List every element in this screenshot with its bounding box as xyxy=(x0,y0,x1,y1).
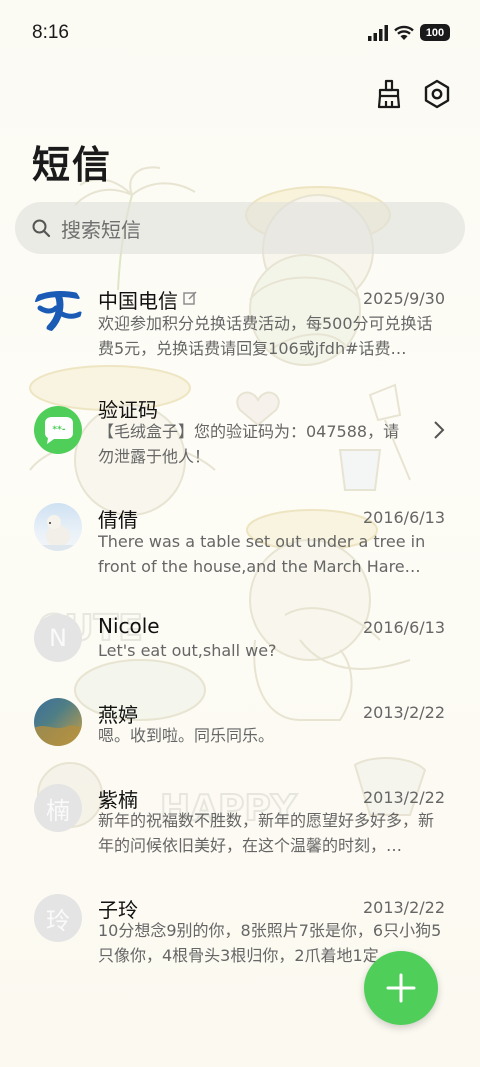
message-date: 2025/9/30 xyxy=(362,289,445,308)
landscape-avatar xyxy=(34,698,82,746)
message-preview: 嗯。收到啦。同乐同乐。 xyxy=(98,726,275,745)
message-date: 2016/6/13 xyxy=(362,618,445,637)
message-bubble-icon: **- xyxy=(34,406,82,454)
message-date: 2013/2/22 xyxy=(362,788,445,807)
contact-name: Nicole xyxy=(98,614,160,638)
message-date: 2013/2/22 xyxy=(362,898,445,917)
clean-button[interactable] xyxy=(374,78,404,110)
polar-bear-avatar xyxy=(34,503,82,551)
message-preview: Let's eat out,shall we? xyxy=(98,641,277,660)
china-telecom-logo xyxy=(34,284,82,332)
conversation-row[interactable]: 燕婷 2013/2/22 嗯。收到啦。同乐同乐。 xyxy=(0,691,480,776)
search-placeholder: 搜索短信 xyxy=(61,217,141,242)
conversation-row[interactable]: 倩倩 2016/6/13 There was a table set out u… xyxy=(0,496,480,606)
conversation-row[interactable]: **- 验证码 【毛绒盒子】您的验证码为：047588，请勿泄露于他人！ xyxy=(0,386,480,496)
plus-icon xyxy=(386,973,416,1003)
settings-button[interactable] xyxy=(422,78,452,110)
header-actions xyxy=(374,78,452,110)
svg-text:**-: **- xyxy=(52,425,65,435)
search-icon xyxy=(31,218,51,238)
new-message-button[interactable] xyxy=(364,951,438,1025)
conversation-row[interactable]: 楠 紫楠 2013/2/22 新年的祝福数不胜数，新年的愿望好多好多，新年的问候… xyxy=(0,776,480,886)
message-date: 2016/6/13 xyxy=(362,508,445,527)
message-preview: 新年的祝福数不胜数，新年的愿望好多好多，新年的问候依旧美好，在这个温馨的时刻，… xyxy=(98,811,435,855)
page-title: 短信 xyxy=(32,143,113,187)
chevron-right-icon xyxy=(434,421,445,439)
search-input[interactable]: 搜索短信 xyxy=(15,202,465,254)
conversation-row[interactable]: N Nicole 2016/6/13 Let's eat out,shall w… xyxy=(0,606,480,691)
letter-avatar: 楠 xyxy=(34,784,82,832)
conversation-row[interactable]: 中国电信 2025/9/30 欢迎参加积分兑换话费活动，每500分可兑换话费5元… xyxy=(0,276,480,386)
status-bar: 8:16 100 xyxy=(0,0,480,68)
status-time: 8:16 xyxy=(32,22,69,43)
letter-avatar: N xyxy=(34,614,82,662)
broom-icon xyxy=(377,79,401,109)
message-date: 2013/2/22 xyxy=(362,703,445,722)
settings-hexagon-icon xyxy=(424,79,450,109)
message-preview: 【毛绒盒子】您的验证码为：047588，请勿泄露于他人！ xyxy=(98,422,400,466)
battery-indicator: 100 xyxy=(420,24,450,41)
status-icons: 100 xyxy=(368,24,450,41)
message-preview: There was a table set out under a tree i… xyxy=(98,532,426,576)
signal-icon xyxy=(368,24,388,41)
letter-avatar: 玲 xyxy=(34,894,82,942)
message-preview: 欢迎参加积分兑换话费活动，每500分可兑换话费5元，兑换话费请回复106或jfd… xyxy=(98,314,433,358)
wifi-icon xyxy=(394,25,414,40)
contact-name: 中国电信 xyxy=(98,289,178,313)
edit-icon xyxy=(183,291,197,305)
